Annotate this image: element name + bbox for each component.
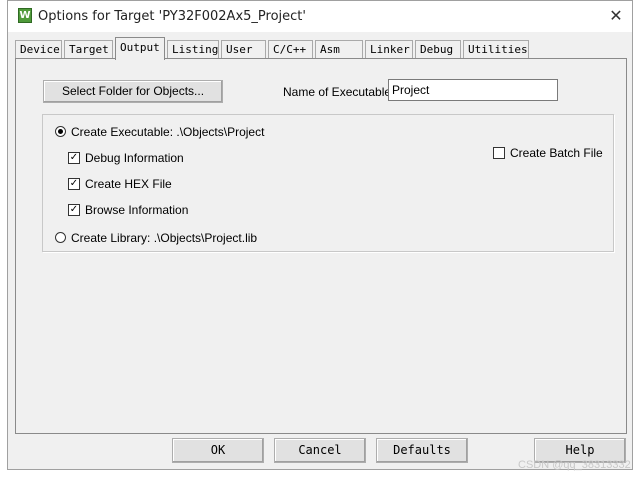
tab-device[interactable]: Device xyxy=(15,40,62,59)
tab-linker[interactable]: Linker xyxy=(365,40,413,59)
tab-listing[interactable]: Listing xyxy=(167,40,219,59)
cancel-button[interactable]: Cancel xyxy=(274,438,366,463)
tab-asm[interactable]: Asm xyxy=(315,40,363,59)
create-batch-file-label: Create Batch File xyxy=(510,146,603,160)
tab-utilities[interactable]: Utilities xyxy=(463,40,529,59)
output-tab-panel: Select Folder for Objects... Name of Exe… xyxy=(15,58,627,434)
keil-uvision-icon: W xyxy=(18,8,32,23)
tab-target[interactable]: Target xyxy=(64,40,113,59)
tab-user[interactable]: User xyxy=(221,40,266,59)
create-executable-label: Create Executable: .\Objects\Project xyxy=(71,125,265,139)
select-folder-button[interactable]: Select Folder for Objects... xyxy=(43,80,223,103)
create-hex-file-label: Create HEX File xyxy=(85,177,172,191)
title-bar[interactable]: W Options for Target 'PY32F002Ax5_Projec… xyxy=(8,1,632,32)
defaults-button[interactable]: Defaults xyxy=(376,438,468,463)
debug-information-label: Debug Information xyxy=(85,151,184,165)
debug-information-checkbox[interactable]: ✓ xyxy=(68,152,80,164)
create-hex-file-checkbox[interactable]: ✓ xyxy=(68,178,80,190)
window-title: Options for Target 'PY32F002Ax5_Project' xyxy=(38,9,306,24)
tab-output[interactable]: Output xyxy=(115,37,165,60)
csdn-watermark: CSDN @qq_38313332 xyxy=(518,459,631,471)
create-batch-file-checkbox[interactable] xyxy=(493,147,505,159)
name-of-executable-label: Name of Executable: xyxy=(283,85,395,99)
ok-button[interactable]: OK xyxy=(172,438,264,463)
close-icon[interactable]: ✕ xyxy=(606,6,626,26)
name-of-executable-input[interactable]: Project xyxy=(388,79,558,101)
browse-information-checkbox[interactable]: ✓ xyxy=(68,204,80,216)
options-dialog: W Options for Target 'PY32F002Ax5_Projec… xyxy=(7,0,633,470)
create-library-radio[interactable] xyxy=(55,232,66,243)
create-executable-radio[interactable] xyxy=(55,126,66,137)
tab-debug[interactable]: Debug xyxy=(415,40,461,59)
output-options-group: Create Executable: .\Objects\Project ✓ D… xyxy=(42,114,614,252)
create-library-label: Create Library: .\Objects\Project.lib xyxy=(71,231,258,245)
tab-c-cpp[interactable]: C/C++ xyxy=(268,40,313,59)
browse-information-label: Browse Information xyxy=(85,203,189,217)
